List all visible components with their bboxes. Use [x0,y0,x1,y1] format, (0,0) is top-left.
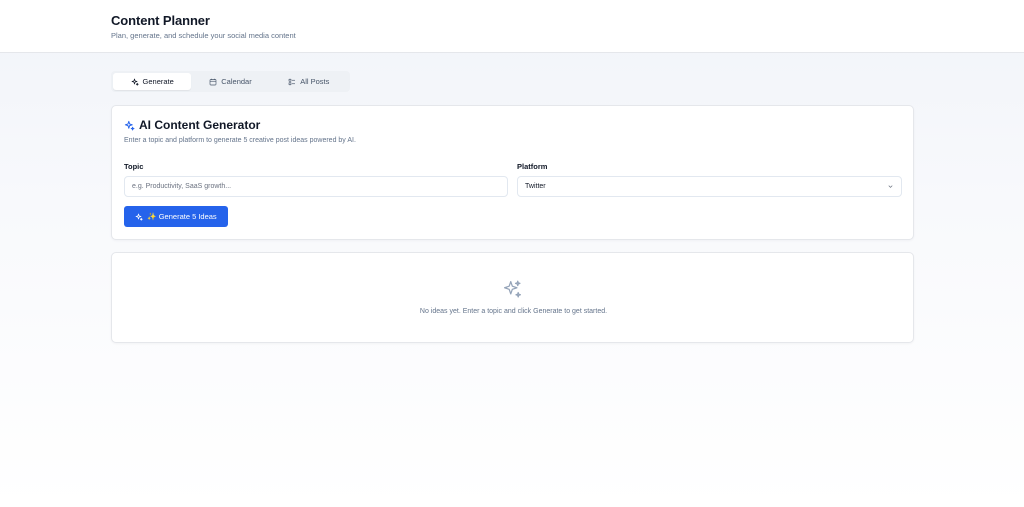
ideas-empty-state: No ideas yet. Enter a topic and click Ge… [111,252,914,343]
generator-description: Enter a topic and platform to generate 5… [124,137,356,144]
generator-heading: AI Content Generator [124,118,260,132]
tab-calendar[interactable]: Calendar [191,73,269,90]
tab-calendar-label: Calendar [221,77,252,86]
topic-placeholder: e.g. Productivity, SaaS growth... [132,183,232,190]
platform-value: Twitter [525,183,546,190]
topic-label: Topic [124,162,144,171]
topic-input[interactable]: e.g. Productivity, SaaS growth... [124,176,508,197]
tab-all-posts[interactable]: All Posts [270,73,348,90]
platform-select[interactable]: Twitter [517,176,902,197]
empty-state-message: No ideas yet. Enter a topic and click Ge… [419,308,608,315]
sparkles-icon [135,213,143,221]
platform-label: Platform [517,162,548,171]
chevron-down-icon [888,185,893,188]
list-icon [288,78,296,85]
generate-ideas-label: ✨ Generate 5 Ideas [147,212,217,221]
generator-card: AI Content Generator Enter a topic and p… [111,105,914,240]
tab-generate-label: Generate [142,77,174,86]
sparkles-icon [504,280,521,298]
generate-ideas-button[interactable]: ✨ Generate 5 Ideas [124,206,228,227]
tab-all-posts-label: All Posts [300,77,330,86]
calendar-icon [209,78,217,85]
generator-title: AI Content Generator [139,118,261,132]
app-header: Content Planner Plan, generate, and sche… [0,0,1024,53]
app-title: Content Planner [111,13,210,28]
tab-generate[interactable]: Generate [113,73,192,90]
sparkles-icon [131,78,139,86]
app-subtitle: Plan, generate, and schedule your social… [111,31,296,40]
tab-bar: Generate Calendar All Posts [111,71,350,92]
sparkles-icon [124,120,135,130]
